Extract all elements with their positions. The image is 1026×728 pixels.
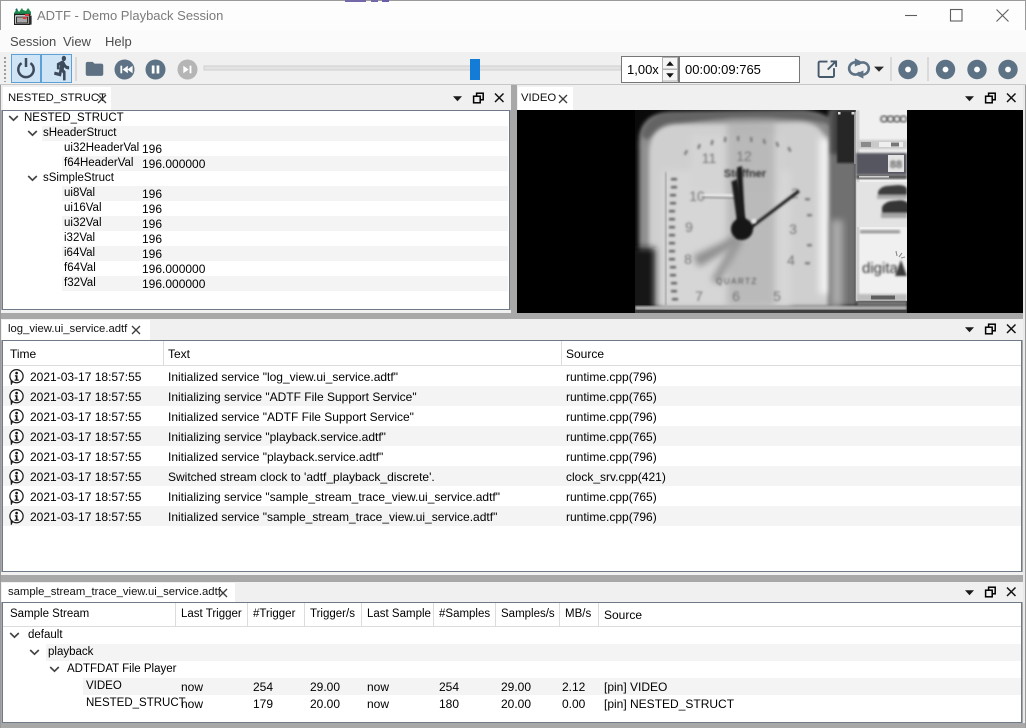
- svg-text:digita: digita: [862, 260, 899, 277]
- svg-text:8: 8: [684, 251, 692, 267]
- svg-text:QUARTZ: QUARTZ: [716, 277, 758, 286]
- svg-text:88: 88: [890, 159, 902, 171]
- svg-text:6: 6: [732, 288, 740, 304]
- svg-text:9: 9: [685, 219, 693, 235]
- svg-text:Stoffner: Stoffner: [724, 168, 767, 180]
- svg-text:4: 4: [787, 252, 795, 268]
- svg-text:7: 7: [695, 288, 703, 304]
- svg-text:11: 11: [702, 150, 717, 166]
- svg-text:12: 12: [736, 148, 752, 164]
- svg-text:5: 5: [773, 288, 781, 304]
- svg-text:3: 3: [789, 221, 797, 237]
